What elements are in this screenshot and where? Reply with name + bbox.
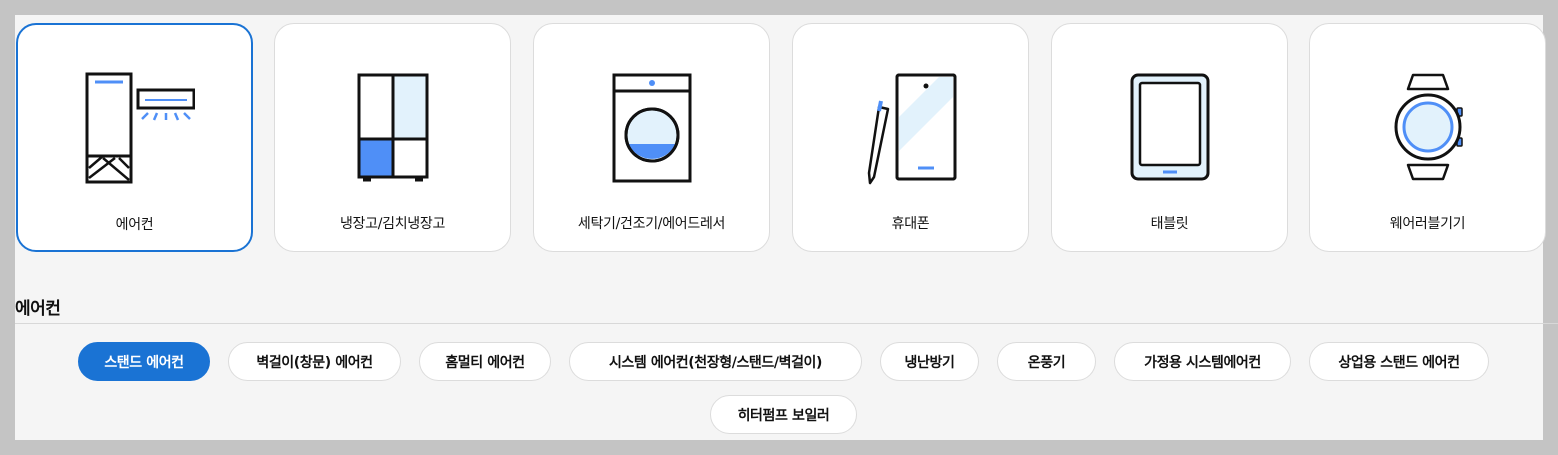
subcategory-chip-hot-air-heater[interactable]: 온풍기 xyxy=(997,342,1096,381)
category-card-air-conditioner[interactable]: 에어컨 xyxy=(16,23,253,252)
subcategory-chip-stand-ac[interactable]: 스탠드 에어컨 xyxy=(78,342,210,381)
subcategory-chip-heat-pump-boiler[interactable]: 히터펌프 보일러 xyxy=(710,395,857,434)
tablet-icon xyxy=(1130,73,1209,181)
category-card-smartphone[interactable]: 휴대폰 xyxy=(792,23,1029,252)
category-card-label: 웨어러블기기 xyxy=(1389,216,1466,232)
category-card-refrigerator[interactable]: 냉장고/김치냉장고 xyxy=(274,23,511,252)
subcategory-chip-home-system-ac[interactable]: 가정용 시스템에어컨 xyxy=(1114,342,1291,381)
smartwatch-icon xyxy=(1394,73,1463,181)
washing-machine-icon xyxy=(612,73,691,183)
subcategory-chip-wall-ac[interactable]: 벽걸이(창문) 에어컨 xyxy=(228,342,401,381)
category-card-label: 태블릿 xyxy=(1150,216,1189,232)
category-card-label: 에어컨 xyxy=(115,217,154,233)
category-card-smartwatch[interactable]: 웨어러블기기 xyxy=(1309,23,1546,252)
product-category-panel: 에어컨 냉장고/김치냉장고 세탁기/건조기/에어드레서 휴대폰 태블릿 웨어러블… xyxy=(15,15,1558,440)
category-card-tablet[interactable]: 태블릿 xyxy=(1051,23,1288,252)
subcategory-chip-system-ac[interactable]: 시스템 에어컨(천장형/스탠드/벽걸이) xyxy=(569,342,862,381)
category-card-label: 세탁기/건조기/에어드레서 xyxy=(577,216,726,232)
subcategory-chip-commercial-stand-ac[interactable]: 상업용 스탠드 에어컨 xyxy=(1309,342,1489,381)
section-title: 에어컨 xyxy=(15,299,61,319)
category-card-label: 휴대폰 xyxy=(891,216,930,232)
category-card-washing-machine[interactable]: 세탁기/건조기/에어드레서 xyxy=(533,23,770,252)
category-card-row: 에어컨 냉장고/김치냉장고 세탁기/건조기/에어드레서 휴대폰 태블릿 웨어러블… xyxy=(15,23,1558,255)
category-card-label: 냉장고/김치냉장고 xyxy=(339,216,446,232)
section-divider xyxy=(15,323,1558,324)
refrigerator-icon xyxy=(357,73,428,182)
subcategory-chip-heating-cooling[interactable]: 냉난방기 xyxy=(880,342,979,381)
smartphone-icon xyxy=(867,73,956,185)
air-conditioner-icon xyxy=(85,72,195,184)
subcategory-chip-home-multi-ac[interactable]: 홈멀티 에어컨 xyxy=(419,342,551,381)
